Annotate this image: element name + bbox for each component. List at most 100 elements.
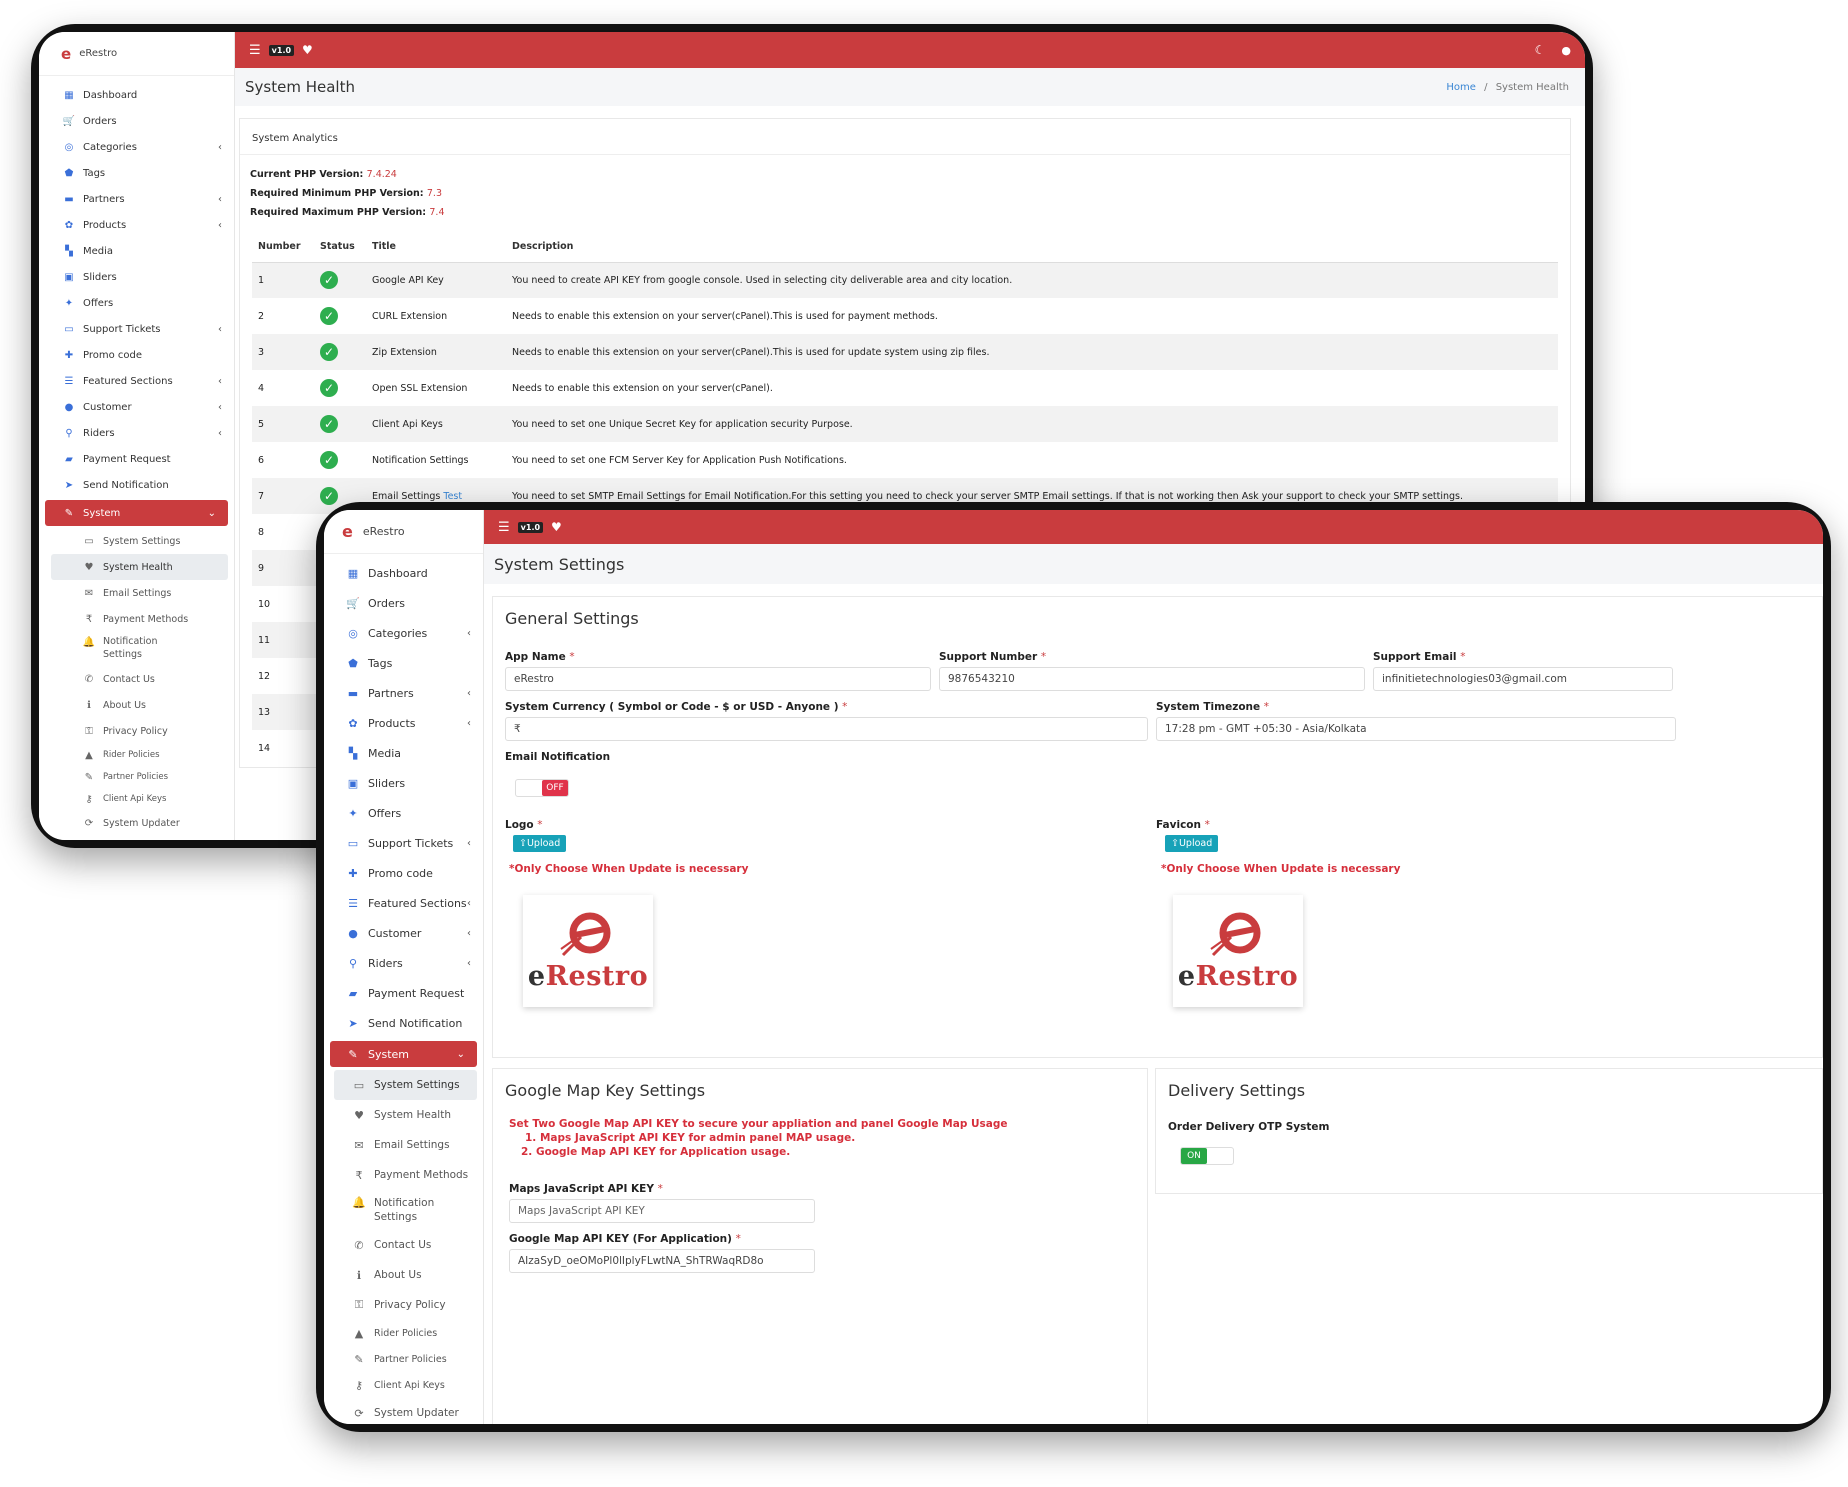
sidebar-item-system[interactable]: ✎ System ⌄ — [45, 500, 228, 526]
version-badge: v1.0 — [517, 521, 544, 533]
sidebar-item-categories[interactable]: ◎ Categories ‹ — [324, 618, 483, 648]
sidebar-item-promo-code[interactable]: ✚ Promo code — [39, 342, 234, 368]
php-version-line: Required Maximum PHP Version: 7.4 — [250, 207, 1560, 226]
row-number: 10 — [258, 598, 271, 610]
sidebar-subitem-system-updater[interactable]: ⟳ System Updater — [334, 1398, 477, 1424]
sidebar-item-products[interactable]: ✿ Products ‹ — [324, 708, 483, 738]
sidebar-subitem-email-settings[interactable]: ✉ Email Settings — [334, 1130, 477, 1160]
sidebar-item-orders[interactable]: 🛒 Orders — [39, 108, 234, 134]
heart-icon[interactable]: ♥ — [302, 43, 313, 57]
sidebar-subitem-contact-us[interactable]: ✆ Contact Us — [334, 1230, 477, 1260]
column-header-title[interactable]: Title — [366, 232, 506, 263]
system-currency-input[interactable]: ₹ — [505, 717, 1148, 741]
support-number-input[interactable]: 9876543210 — [939, 667, 1365, 691]
sidebar-subitem-system-health[interactable]: ♥ System Health — [51, 554, 228, 580]
sidebar-subitem-system-health[interactable]: ♥ System Health — [334, 1100, 477, 1130]
upload-icon: ⇪ — [1171, 838, 1179, 849]
sidebar-subitem-about-us[interactable]: ℹ About Us — [51, 692, 228, 718]
support-email-input[interactable]: infinitietechnologies03@gmail.com — [1373, 667, 1673, 691]
sidebar-item-label: Orders — [83, 115, 117, 127]
wrench-icon: ✎ — [348, 1047, 358, 1061]
brand[interactable]: e eRestro — [39, 32, 234, 76]
sidebar-item-support-tickets[interactable]: ▭ Support Tickets ‹ — [39, 316, 234, 342]
sidebar-item-offers[interactable]: ✦ Offers — [39, 290, 234, 316]
customer-icon: ● — [348, 926, 358, 940]
erestro-logo-icon: e — [61, 44, 72, 63]
sidebar-item-riders[interactable]: ⚲ Riders ‹ — [39, 420, 234, 446]
sidebar-item-sliders[interactable]: ▣ Sliders — [324, 768, 483, 798]
sidebar-subitem-privacy-policy[interactable]: ⚿ Privacy Policy — [51, 718, 228, 744]
sidebar-item-payment-request[interactable]: ▰ Payment Request — [39, 446, 234, 472]
sidebar-subitem-payment-methods[interactable]: ₹ Payment Methods — [334, 1160, 477, 1190]
column-header-description[interactable]: Description — [506, 232, 1558, 263]
order-delivery-otp-label: Order Delivery OTP System — [1168, 1121, 1330, 1133]
sidebar-item-tags[interactable]: ⬟ Tags — [39, 160, 234, 186]
sidebar-item-orders[interactable]: 🛒 Orders — [324, 588, 483, 618]
sidebar-item-send-notification[interactable]: ➤ Send Notification — [324, 1008, 483, 1038]
sidebar-item-send-notification[interactable]: ➤ Send Notification — [39, 472, 234, 498]
sidebar-item-payment-request[interactable]: ▰ Payment Request — [324, 978, 483, 1008]
moon-icon[interactable]: ☾ — [1535, 43, 1546, 57]
sidebar-item-system[interactable]: ✎ System ⌄ — [330, 1041, 477, 1067]
sidebar-subitem-email-settings[interactable]: ✉ Email Settings — [51, 580, 228, 606]
sidebar-subitem-partner-policies[interactable]: ✎ Partner Policies — [334, 1346, 477, 1372]
sidebar-subitem-about-us[interactable]: ℹ About Us — [334, 1260, 477, 1290]
maps-js-key-input[interactable]: Maps JavaScript API KEY — [509, 1199, 815, 1223]
sidebar-subitem-privacy-policy[interactable]: ⚿ Privacy Policy — [334, 1290, 477, 1320]
sidebar-item-support-tickets[interactable]: ▭ Support Tickets ‹ — [324, 828, 483, 858]
menu-icon[interactable]: ☰ — [249, 43, 261, 58]
sidebar-item-sliders[interactable]: ▣ Sliders — [39, 264, 234, 290]
sidebar-item-promo-code[interactable]: ✚ Promo code — [324, 858, 483, 888]
sidebar-subitem-client-api-keys[interactable]: ⚷ Client Api Keys — [51, 788, 228, 810]
sidebar-item-dashboard[interactable]: ▦ Dashboard — [324, 558, 483, 588]
row-number: 9 — [252, 550, 314, 586]
email-notification-toggle[interactable]: OFF — [515, 779, 569, 797]
sidebar-subitem-rider-policies[interactable]: ▲ Rider Policies — [334, 1320, 477, 1346]
sidebar-subitem-system-settings[interactable]: ▭ System Settings — [334, 1070, 477, 1100]
sidebar-item-products[interactable]: ✿ Products ‹ — [39, 212, 234, 238]
column-header-status[interactable]: Status — [314, 232, 366, 263]
column-header-number[interactable]: Number — [252, 232, 314, 263]
page-title: System Settings — [494, 554, 625, 574]
logo-upload-button[interactable]: ⇪Upload — [513, 835, 567, 852]
sidebar-subitem-payment-methods[interactable]: ₹ Payment Methods — [51, 606, 228, 632]
chevron-left-icon: ‹ — [218, 375, 222, 387]
sidebar-item-featured-sections[interactable]: ☰ Featured Sections ‹ — [324, 888, 483, 918]
sidebar-item-offers[interactable]: ✦ Offers — [324, 798, 483, 828]
sidebar-item-customer[interactable]: ● Customer ‹ — [39, 394, 234, 420]
user-icon[interactable]: ● — [1561, 44, 1571, 57]
sidebar-subitem-partner-policies[interactable]: ✎ Partner Policies — [51, 766, 228, 788]
heart-icon[interactable]: ♥ — [551, 520, 562, 534]
menu-icon[interactable]: ☰ — [498, 520, 510, 535]
email-settings-icon: ✉ — [354, 1138, 364, 1152]
sidebar-item-media[interactable]: ▚ Media — [324, 738, 483, 768]
sidebar-subitem-system-settings[interactable]: ▭ System Settings — [51, 528, 228, 554]
system-timezone-select[interactable]: 17:28 pm - GMT +05:30 - Asia/Kolkata — [1156, 717, 1676, 741]
sidebar-subitem-notification-settings[interactable]: 🔔 Notification Settings — [334, 1190, 477, 1230]
sidebar-subitem-contact-us[interactable]: ✆ Contact Us — [51, 666, 228, 692]
partner-policies-icon: ✎ — [354, 1352, 364, 1366]
sidebar-subitem-notification-settings[interactable]: 🔔 Notification Settings — [51, 632, 228, 666]
google-map-app-key-input[interactable]: AIzaSyD_oeOMoPl0lIplyFLwtNA_ShTRWaqRD8o — [509, 1249, 815, 1273]
sidebar-subitem-client-api-keys[interactable]: ⚷ Client Api Keys — [334, 1372, 477, 1398]
sidebar-item-partners[interactable]: ▬ Partners ‹ — [324, 678, 483, 708]
order-delivery-otp-toggle[interactable]: ON — [1180, 1147, 1234, 1165]
favicon-upload-button[interactable]: ⇪Upload — [1165, 835, 1219, 852]
sidebar-item-categories[interactable]: ◎ Categories ‹ — [39, 134, 234, 160]
sidebar-item-featured-sections[interactable]: ☰ Featured Sections ‹ — [39, 368, 234, 394]
brand[interactable]: e eRestro — [324, 510, 483, 554]
sidebar-item-dashboard[interactable]: ▦ Dashboard — [39, 82, 234, 108]
sidebar-subitem-label: Email Settings — [374, 1139, 450, 1151]
chevron-left-icon: ‹ — [467, 927, 471, 939]
sidebar-item-customer[interactable]: ● Customer ‹ — [324, 918, 483, 948]
sidebar-item-riders[interactable]: ⚲ Riders ‹ — [324, 948, 483, 978]
sidebar-item-media[interactable]: ▚ Media — [39, 238, 234, 264]
test-email-link[interactable]: Test — [443, 491, 462, 502]
sidebar-subitem-system-updater[interactable]: ⟳ System Updater — [51, 810, 228, 836]
sidebar-item-tags[interactable]: ⬟ Tags — [324, 648, 483, 678]
breadcrumb-home[interactable]: Home — [1446, 82, 1476, 93]
sidebar-subitem-rider-policies[interactable]: ▲ Rider Policies — [51, 744, 228, 766]
app-name-input[interactable]: eRestro — [505, 667, 931, 691]
about-us-icon: ℹ — [356, 1268, 362, 1282]
sidebar-item-partners[interactable]: ▬ Partners ‹ — [39, 186, 234, 212]
